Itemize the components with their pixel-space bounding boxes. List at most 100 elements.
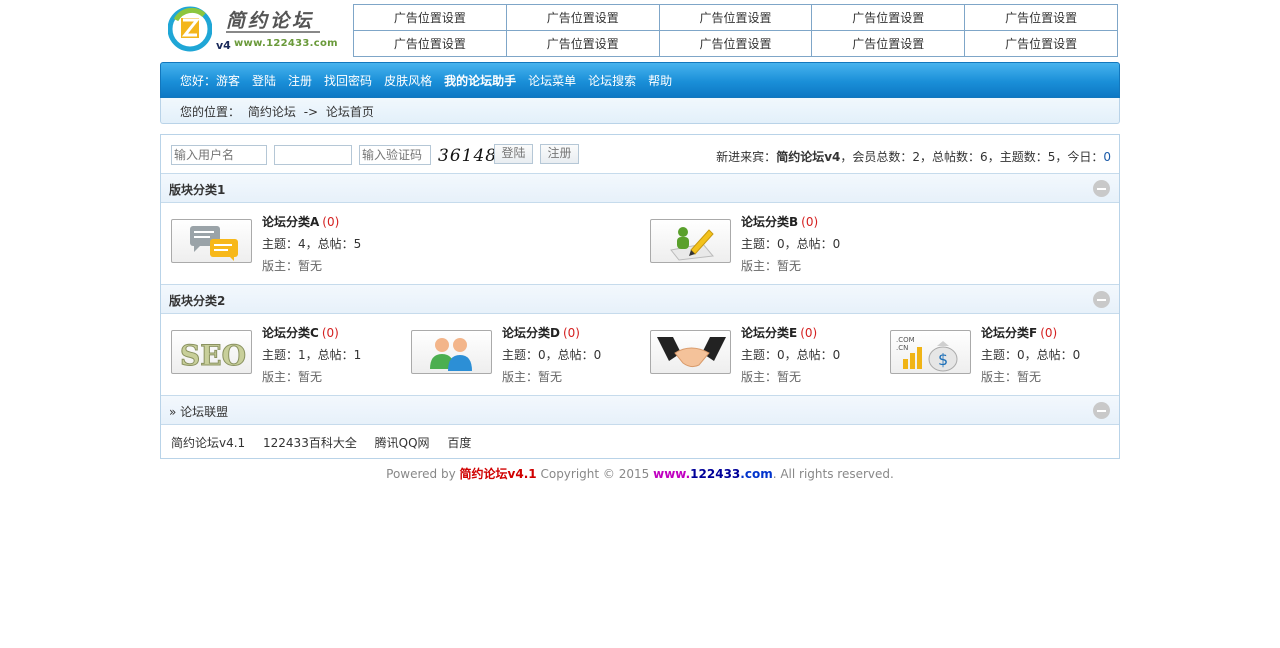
nav-forum-search[interactable]: 论坛搜索: [588, 72, 636, 89]
forum-item: 论坛分类A (0) 主题：4，总帖：5 版主：暂无: [161, 213, 391, 293]
forum-name-text[interactable]: 论坛分类C: [262, 326, 319, 340]
ad-slot[interactable]: 广告位置设置: [964, 30, 1118, 57]
stats-today-label: ，今日：: [1055, 150, 1104, 164]
svg-text:.COM: .COM: [896, 336, 915, 344]
forum-name[interactable]: 论坛分类E (0): [741, 324, 817, 341]
page-header: 简约论坛 v4 www.122433.com 广告位置设置 广告位置设置 广告位…: [160, 4, 1120, 58]
forum-name[interactable]: 论坛分类D (0): [502, 324, 580, 341]
users-icon[interactable]: [411, 330, 492, 374]
section-header: 版块分类2: [161, 284, 1119, 314]
forum-name[interactable]: 论坛分类B (0): [741, 213, 818, 230]
chat-bubbles-icon[interactable]: [171, 219, 252, 263]
footer-url-www[interactable]: www.: [653, 467, 690, 481]
forum-name-text[interactable]: 论坛分类F: [981, 326, 1037, 340]
forum-name[interactable]: 论坛分类F (0): [981, 324, 1057, 341]
forum-name-text[interactable]: 论坛分类E: [741, 326, 797, 340]
nav-forum-menu[interactable]: 论坛菜单: [528, 72, 576, 89]
footer-url-domain[interactable]: 122433: [690, 467, 740, 481]
forum-count: (0): [321, 326, 339, 340]
collapse-icon[interactable]: [1093, 180, 1110, 197]
forum-item: 论坛分类D (0) 主题：0，总帖：0 版主：暂无: [401, 324, 631, 404]
ad-slot[interactable]: 广告位置设置: [505, 4, 660, 31]
forum-name[interactable]: 论坛分类A (0): [262, 213, 339, 230]
alliance-link[interactable]: 腾讯QQ网: [375, 436, 430, 450]
ad-slot[interactable]: 广告位置设置: [658, 30, 813, 57]
login-button[interactable]: 登陆: [494, 144, 533, 164]
alliance-header: » 论坛联盟: [161, 395, 1119, 425]
nav-help[interactable]: 帮助: [648, 72, 672, 89]
ad-grid: 广告位置设置 广告位置设置 广告位置设置 广告位置设置 广告位置设置 广告位置设…: [353, 4, 1118, 57]
forum-stats-line: 主题：1，总帖：1: [262, 348, 362, 362]
nav-forum-assistant[interactable]: 我的论坛助手: [444, 72, 516, 89]
breadcrumb-separator: ->: [303, 105, 319, 119]
forum-item: .COM .CN $ 论坛分类F (0) 主题：0，总帖：0 版主：暂无: [880, 324, 1110, 404]
footer-url-tld[interactable]: .com: [740, 467, 772, 481]
forum-name[interactable]: 论坛分类C (0): [262, 324, 339, 341]
captcha-image[interactable]: 36148: [438, 146, 497, 166]
nav-greeting: 您好：游客: [180, 73, 241, 88]
nav-items: 您好：游客 登陆 注册 找回密码 皮肤风格 我的论坛助手 论坛菜单 论坛搜索 帮…: [180, 63, 684, 97]
captcha-input[interactable]: [359, 145, 431, 165]
stats-topics-label: ，主题数：: [987, 150, 1048, 164]
logo-title: 简约论坛: [226, 10, 315, 32]
svg-text:$: $: [938, 350, 948, 369]
logo-version: v4: [216, 39, 231, 52]
footer-brand[interactable]: 简约论坛v4.1: [460, 467, 537, 481]
forum-count: (0): [562, 326, 580, 340]
alliance-title: » 论坛联盟: [169, 405, 229, 419]
ad-slot[interactable]: 广告位置设置: [505, 30, 660, 57]
forum-count: (0): [322, 215, 340, 229]
alliance-link[interactable]: 122433百科大全: [263, 436, 357, 450]
section-title[interactable]: 版块分类2: [169, 292, 225, 309]
stats-prefix: 新进来宾：: [716, 150, 777, 164]
ad-slot[interactable]: 广告位置设置: [658, 4, 813, 31]
forum-name-text[interactable]: 论坛分类D: [502, 326, 560, 340]
seo-icon[interactable]: SEO: [171, 330, 252, 374]
alliance-link[interactable]: 简约论坛v4.1: [171, 436, 245, 450]
forum-name-text[interactable]: 论坛分类A: [262, 215, 319, 229]
handshake-icon[interactable]: [650, 330, 731, 374]
password-input[interactable]: [274, 145, 352, 165]
alliance-link[interactable]: 百度: [447, 436, 471, 450]
forum-name-text[interactable]: 论坛分类B: [741, 215, 798, 229]
ad-slot[interactable]: 广告位置设置: [353, 30, 507, 57]
section-header: 版块分类1: [161, 173, 1119, 203]
ad-row: 广告位置设置 广告位置设置 广告位置设置 广告位置设置 广告位置设置: [353, 4, 1118, 31]
username-input[interactable]: [171, 145, 267, 165]
register-button[interactable]: 注册: [540, 144, 579, 164]
forum-stats-line: 主题：0，总帖：0: [502, 348, 602, 362]
forum-stats-line: 主题：0，总帖：0: [741, 348, 841, 362]
svg-text:.CN: .CN: [896, 344, 908, 352]
money-bag-icon[interactable]: .COM .CN $: [890, 330, 971, 374]
collapse-icon[interactable]: [1093, 291, 1110, 308]
forum-stats: 新进来宾：简约论坛v4，会员总数：2，总帖数：6，主题数：5，今日：0: [716, 148, 1111, 165]
site-logo[interactable]: 简约论坛 v4 www.122433.com: [168, 4, 338, 56]
logo-icon: [168, 6, 212, 52]
nav-forgot-password[interactable]: 找回密码: [324, 72, 372, 89]
forum-moderator: 版主：暂无: [502, 370, 563, 384]
forum-item: SEO 论坛分类C (0) 主题：1，总帖：1 版主：暂无: [161, 324, 391, 404]
login-bar: 36148 登陆 注册 新进来宾：简约论坛v4，会员总数：2，总帖数：6，主题数…: [161, 135, 1119, 174]
forum-moderator: 版主：暂无: [741, 370, 802, 384]
stats-newest-member[interactable]: 简约论坛v4: [776, 150, 840, 164]
breadcrumb-current: 论坛首页: [325, 105, 374, 119]
nav-skin-style[interactable]: 皮肤风格: [384, 72, 432, 89]
ad-slot[interactable]: 广告位置设置: [811, 30, 966, 57]
ad-slot[interactable]: 广告位置设置: [811, 4, 966, 31]
section-title[interactable]: 版块分类1: [169, 181, 225, 198]
stats-posts-label: ，总帖数：: [920, 150, 981, 164]
forum-stats-line: 主题：0，总帖：0: [741, 237, 841, 251]
stats-members-label: ，会员总数：: [840, 150, 913, 164]
breadcrumb-site[interactable]: 简约论坛: [248, 105, 296, 119]
stats-members: 2: [912, 150, 921, 164]
pencil-writing-icon[interactable]: [650, 219, 731, 263]
nav-register[interactable]: 注册: [288, 72, 312, 89]
ad-slot[interactable]: 广告位置设置: [353, 4, 507, 31]
ad-slot[interactable]: 广告位置设置: [964, 4, 1118, 31]
forum-stats-line: 主题：0，总帖：0: [981, 348, 1081, 362]
nav-login[interactable]: 登陆: [252, 72, 276, 89]
ad-row: 广告位置设置 广告位置设置 广告位置设置 广告位置设置 广告位置设置: [353, 30, 1118, 57]
forum-item: 论坛分类E (0) 主题：0，总帖：0 版主：暂无: [640, 324, 870, 404]
forum-item: 论坛分类B (0) 主题：0，总帖：0 版主：暂无: [640, 213, 870, 293]
collapse-icon[interactable]: [1093, 402, 1110, 419]
